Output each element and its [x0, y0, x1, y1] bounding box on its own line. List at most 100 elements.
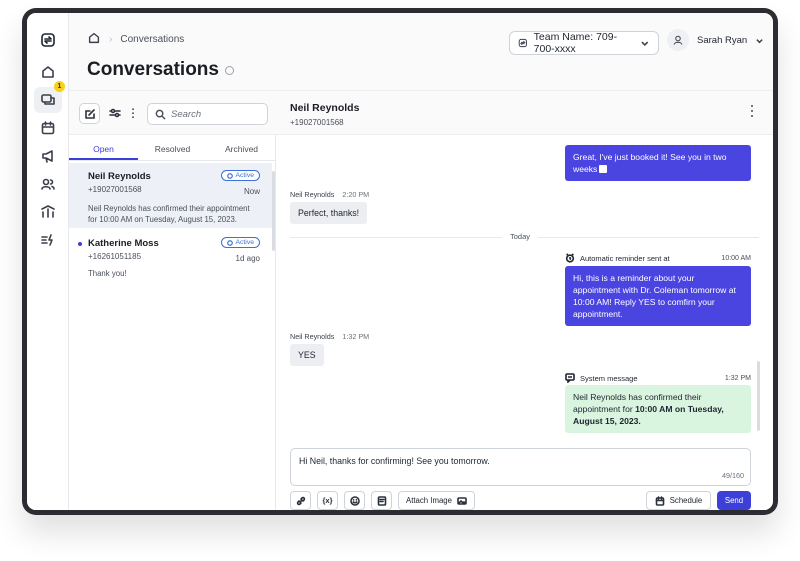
status-badge-label: Active: [235, 172, 254, 179]
filter-icon[interactable]: [107, 105, 123, 121]
system-meta: System message 1:32 PM: [565, 373, 751, 383]
chat-scrollbar[interactable]: [757, 361, 760, 431]
link-button[interactable]: [290, 491, 311, 510]
tab-resolved[interactable]: Resolved: [138, 135, 207, 160]
analytics-icon[interactable]: [34, 199, 62, 225]
schedule-label: Schedule: [669, 496, 703, 505]
conversation-preview: Thank you!: [88, 269, 127, 278]
list-toolbar: [69, 91, 276, 135]
more-options-icon[interactable]: [749, 105, 755, 117]
variable-button[interactable]: {x}: [317, 491, 338, 510]
conversation-item[interactable]: Katherine Moss +16261051185 Active 1d ag…: [69, 230, 272, 286]
message-composer[interactable]: Hi Neil, thanks for confirming! See you …: [290, 448, 751, 486]
date-divider-label: Today: [502, 232, 539, 241]
page-title: Conversations: [87, 59, 219, 80]
users-icon[interactable]: [34, 171, 62, 197]
conversation-preview: Neil Reynolds has confirmed their appoin…: [88, 204, 250, 224]
breadcrumb-separator: ›: [109, 34, 113, 45]
calendar-icon: [655, 495, 665, 506]
chat-bubble-icon: [227, 239, 234, 246]
reminder-time: 10:00 AM: [721, 254, 751, 262]
logo-icon[interactable]: [34, 27, 62, 53]
unread-dot: [78, 242, 82, 246]
message-time: 1:32 PM: [342, 332, 370, 341]
outgoing-message: Hi, this is a reminder about your appoin…: [565, 266, 751, 326]
sender-name: Neil Reynolds: [290, 332, 335, 341]
app-screen: 1 › Conversations Conversations Team Nam…: [27, 13, 773, 510]
image-icon: [457, 496, 467, 505]
conversation-list-panel: Open Resolved Archived Neil Reynolds +19…: [69, 91, 276, 510]
user-menu[interactable]: Sarah Ryan: [667, 29, 764, 51]
page-header: › Conversations Conversations Team Name:…: [69, 13, 773, 91]
send-button[interactable]: Send: [717, 491, 751, 510]
sender-line: Neil Reynolds 1:32 PM: [290, 332, 369, 341]
conversation-phone: +16261051185: [88, 252, 142, 261]
info-icon[interactable]: [224, 65, 234, 75]
tab-open[interactable]: Open: [69, 135, 138, 160]
more-options-icon[interactable]: [125, 105, 141, 121]
conversation-time: 1d ago: [235, 254, 260, 263]
user-name: Sarah Ryan: [697, 34, 748, 46]
team-logo-icon: [518, 38, 527, 48]
chevron-down-icon: [756, 38, 763, 43]
unread-badge: 1: [54, 81, 65, 92]
schedule-button[interactable]: Schedule: [646, 491, 711, 510]
template-icon: [377, 495, 386, 506]
incoming-message: YES: [290, 344, 324, 366]
megaphone-icon[interactable]: [34, 143, 62, 169]
message-time: 2:20 PM: [342, 190, 370, 199]
chat-bubble-icon: [227, 172, 234, 179]
team-select-label: Team Name: 709-700-xxxx: [533, 31, 618, 55]
emoji-button[interactable]: [344, 491, 365, 510]
alarm-icon: [565, 253, 575, 263]
reminder-label: Automatic reminder sent at: [580, 253, 670, 263]
sender-line: Neil Reynolds 2:20 PM: [290, 190, 369, 199]
system-message: Neil Reynolds has confirmed their appoin…: [565, 385, 751, 433]
outgoing-message: Great, I've just booked it! See you in t…: [565, 145, 751, 181]
attach-image-button[interactable]: Attach Image: [398, 491, 475, 510]
calendar-icon[interactable]: [34, 115, 62, 141]
message-text: Great, I've just booked it! See you in t…: [573, 152, 727, 174]
status-badge: Active: [221, 170, 260, 181]
search-input[interactable]: [171, 108, 261, 120]
incoming-message: Perfect, thanks!: [290, 202, 368, 224]
status-badge: Active: [221, 237, 260, 248]
avatar: [667, 29, 689, 51]
emoji-icon: [349, 495, 360, 506]
reminder-meta: Automatic reminder sent at 10:00 AM: [565, 253, 751, 263]
icon-rail: 1: [27, 13, 69, 510]
search-icon: [155, 109, 166, 120]
status-badge-label: Active: [235, 239, 254, 246]
contact-phone: +19027001568: [290, 118, 344, 127]
breadcrumb: › Conversations: [87, 31, 184, 48]
system-message-icon: [565, 373, 575, 383]
page-title-wrap: Conversations: [87, 59, 234, 81]
link-icon: [296, 496, 305, 505]
tab-archived[interactable]: Archived: [207, 135, 276, 160]
conversation-tabs: Open Resolved Archived: [69, 135, 276, 161]
compose-icon: [84, 108, 95, 119]
home-icon[interactable]: [87, 31, 101, 48]
device-frame: 1 › Conversations Conversations Team Nam…: [22, 8, 778, 515]
sender-name: Neil Reynolds: [290, 190, 335, 199]
character-count: 49/160: [722, 471, 744, 480]
system-time: 1:32 PM: [724, 374, 751, 382]
team-select[interactable]: Team Name: 709-700-xxxx: [509, 31, 659, 55]
breadcrumb-current: Conversations: [120, 34, 185, 45]
chevron-down-icon: [641, 41, 649, 47]
system-label: System message: [580, 373, 638, 383]
chat-header: Neil Reynolds +19027001568: [276, 91, 773, 135]
conversation-item[interactable]: Neil Reynolds +19027001568 Active Now Ne…: [69, 163, 272, 228]
contact-name: Neil Reynolds: [290, 102, 360, 114]
chat-icon[interactable]: 1: [34, 81, 65, 113]
conversation-time: Now: [243, 187, 260, 196]
composer-text[interactable]: Hi Neil, thanks for confirming! See you …: [299, 456, 490, 466]
compose-button[interactable]: [79, 103, 100, 124]
list-scrollbar[interactable]: [272, 171, 275, 251]
template-button[interactable]: [371, 491, 392, 510]
conversation-phone: +19027001568: [88, 185, 142, 194]
search-box[interactable]: [147, 103, 268, 125]
chat-panel: Neil Reynolds +19027001568 Great, I've j…: [276, 91, 773, 510]
attach-image-label: Attach Image: [406, 496, 452, 505]
automation-icon[interactable]: [34, 227, 62, 253]
